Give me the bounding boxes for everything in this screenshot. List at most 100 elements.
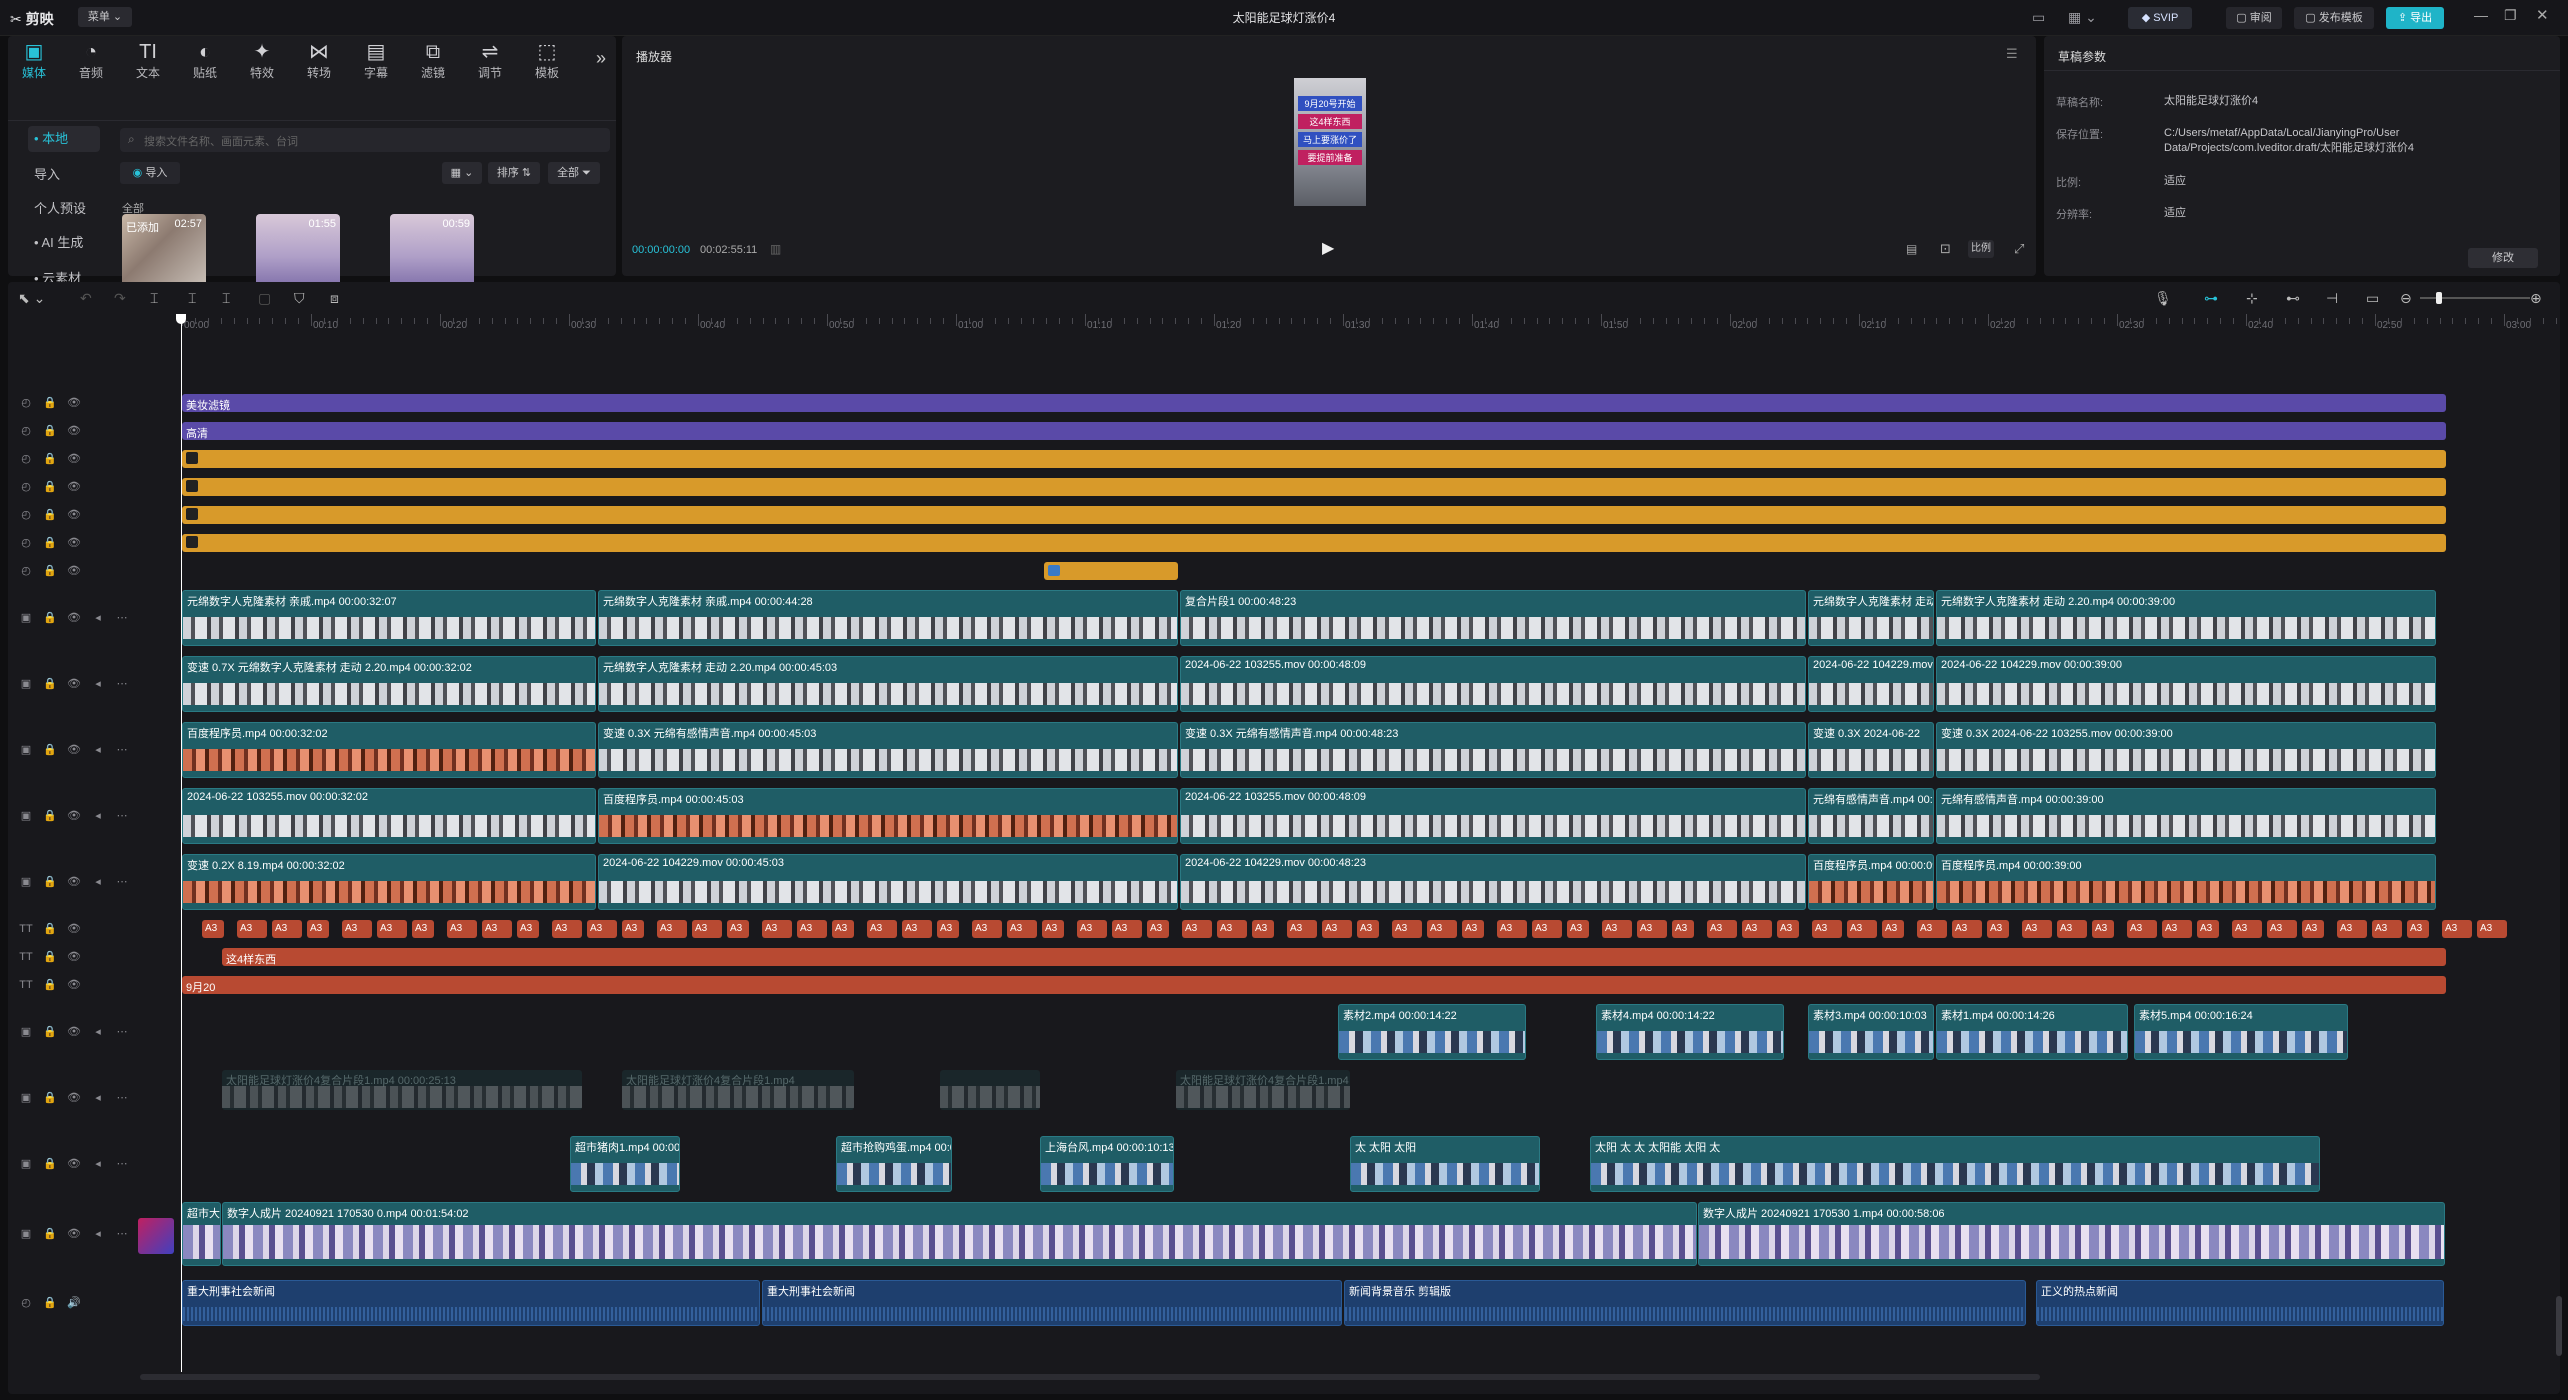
- layout-icon[interactable]: ▭: [2032, 9, 2045, 26]
- video-clip[interactable]: 变速 0.3X 元绵有感情声音.mp4 00:00:45:03: [598, 722, 1178, 778]
- more-tools-icon[interactable]: »: [596, 48, 606, 69]
- eye-icon[interactable]: 👁: [62, 480, 86, 493]
- sticker-clip[interactable]: [182, 478, 2446, 496]
- video-clip[interactable]: 元绵数字人克隆素材 走动 2: [1808, 590, 1934, 646]
- view-mode-button[interactable]: ▦ ⌄: [442, 162, 482, 184]
- text-clip[interactable]: A3: [1182, 920, 1212, 938]
- text-clip[interactable]: A3: [342, 920, 372, 938]
- track-controls[interactable]: ▣ 🔒 👁 ◂ ⋯: [14, 1157, 134, 1170]
- text-clip[interactable]: A3: [797, 920, 827, 938]
- tool-9[interactable]: ⬚ 模板: [521, 40, 573, 81]
- video-clip[interactable]: 变速 0.7X 元绵数字人克隆素材 走动 2.20.mp4 00:00:32:0…: [182, 656, 596, 712]
- track-cover-thumbnail[interactable]: [138, 1218, 174, 1254]
- video-clip[interactable]: 2024-06-22 104229.mov 00:00:39:00: [1936, 656, 2436, 712]
- screenshot-icon[interactable]: ⊡: [1940, 241, 1951, 257]
- text-clip[interactable]: A3: [2022, 920, 2052, 938]
- lock-icon[interactable]: 🔒: [38, 424, 62, 437]
- video-clip[interactable]: 太 太阳 太阳: [1350, 1136, 1540, 1192]
- video-clip[interactable]: 2024-06-22 104229.mov 00:00:48:23: [1180, 854, 1806, 910]
- undo-icon[interactable]: ↶: [80, 290, 92, 307]
- audio-mute-icon[interactable]: ◂: [86, 677, 110, 690]
- minimize-icon[interactable]: —: [2474, 7, 2488, 23]
- text-clip[interactable]: A3: [2267, 920, 2297, 938]
- text-clip[interactable]: A3: [2372, 920, 2402, 938]
- tool-0[interactable]: ▣ 媒体: [8, 40, 60, 81]
- video-clip[interactable]: 百度程序员.mp4 00:00:39:00: [1936, 854, 2436, 910]
- text-clip[interactable]: A3: [1497, 920, 1527, 938]
- lock-icon[interactable]: 🔒: [38, 1091, 62, 1104]
- text-clip[interactable]: A3: [2057, 920, 2087, 938]
- track-controls[interactable]: TT 🔒 👁: [14, 978, 86, 991]
- text-clip[interactable]: A3: [272, 920, 302, 938]
- video-clip[interactable]: 2024-06-22 103255.mov 00:00:48:09: [1180, 656, 1806, 712]
- text-clip[interactable]: A3: [1882, 920, 1904, 938]
- text-clip[interactable]: A3: [1392, 920, 1422, 938]
- close-icon[interactable]: ✕: [2536, 6, 2549, 24]
- more-icon[interactable]: ⋯: [110, 809, 134, 822]
- split-icon[interactable]: ⌶: [150, 290, 158, 307]
- video-clip[interactable]: 元绵数字人克隆素材 走动 2.20.mp4 00:00:45:03: [598, 656, 1178, 712]
- track-controls[interactable]: ◴ 🔒 👁: [14, 424, 86, 437]
- text-clip[interactable]: A3: [1217, 920, 1247, 938]
- text-clip[interactable]: A3: [1462, 920, 1484, 938]
- eye-icon[interactable]: 👁: [62, 396, 86, 409]
- text-clip[interactable]: A3: [1147, 920, 1169, 938]
- video-clip[interactable]: 太阳 太 太 太阳能 太阳 太: [1590, 1136, 2320, 1192]
- video-clip[interactable]: 太阳能足球灯涨价4复合片段1.mp4 00:00:25:13: [222, 1070, 582, 1110]
- video-clip[interactable]: [940, 1070, 1040, 1110]
- text-track-icon[interactable]: TT: [14, 951, 38, 963]
- text-clip[interactable]: A3: [412, 920, 434, 938]
- track-controls[interactable]: ▣ 🔒 👁 ◂ ⋯: [14, 875, 134, 888]
- video-clip[interactable]: 2024-06-22 103255.mov 00:00:32:02: [182, 788, 596, 844]
- audio-mute-icon[interactable]: ◂: [86, 875, 110, 888]
- lock-icon[interactable]: 🔒: [38, 611, 62, 624]
- track-type-icon[interactable]: ▣: [14, 875, 38, 888]
- eye-icon[interactable]: 👁: [62, 1091, 86, 1104]
- track-controls[interactable]: ▣ 🔒 👁 ◂ ⋯: [14, 1091, 134, 1104]
- text-clip[interactable]: A3: [692, 920, 722, 938]
- search-input-placeholder[interactable]: 搜索文件名称、画面元素、台词: [144, 133, 298, 149]
- audio-mute-icon[interactable]: ◂: [86, 1025, 110, 1038]
- text-track-icon[interactable]: TT: [14, 923, 38, 935]
- track-controls[interactable]: ▣ 🔒 👁 ◂ ⋯: [14, 1025, 134, 1038]
- text-clip[interactable]: A3: [832, 920, 854, 938]
- tool-2[interactable]: TI 文本: [122, 40, 174, 81]
- effect-track-icon[interactable]: ◴: [14, 452, 38, 465]
- playhead-line[interactable]: [181, 322, 182, 1372]
- video-clip[interactable]: 素材1.mp4 00:00:14:26: [1936, 1004, 2128, 1060]
- text-clip[interactable]: A3: [1602, 920, 1632, 938]
- lock-icon[interactable]: 🔒: [38, 508, 62, 521]
- sticker-clip[interactable]: [182, 534, 2446, 552]
- edit-params-button[interactable]: 修改: [2468, 248, 2538, 268]
- more-icon[interactable]: ⋯: [110, 743, 134, 756]
- lock-icon[interactable]: 🔒: [38, 1157, 62, 1170]
- lock-icon[interactable]: 🔒: [38, 743, 62, 756]
- track-controls[interactable]: ◴ 🔒 👁: [14, 536, 86, 549]
- text-clip[interactable]: A3: [622, 920, 644, 938]
- tool-5[interactable]: ⋈ 转场: [293, 40, 345, 81]
- eye-icon[interactable]: 👁: [62, 1025, 86, 1038]
- text-clip[interactable]: A3: [762, 920, 792, 938]
- text-clip[interactable]: A3: [1252, 920, 1274, 938]
- text-clip[interactable]: A3: [517, 920, 539, 938]
- eye-icon[interactable]: 👁: [62, 978, 86, 991]
- track-type-icon[interactable]: ▣: [14, 611, 38, 624]
- text-clip[interactable]: A3: [1637, 920, 1667, 938]
- text-clip[interactable]: A3: [447, 920, 477, 938]
- more-icon[interactable]: ⋯: [110, 875, 134, 888]
- lock-icon[interactable]: 🔒: [38, 1227, 62, 1240]
- audio-mute-icon[interactable]: ◂: [86, 1157, 110, 1170]
- video-clip[interactable]: 复合片段1 00:00:48:23: [1180, 590, 1806, 646]
- text-clip[interactable]: A3: [202, 920, 224, 938]
- crop-icon[interactable]: ⧈: [330, 290, 339, 307]
- video-clip[interactable]: 2024-06-22 104229.mov: [1808, 656, 1934, 712]
- play-icon[interactable]: ▶: [1322, 238, 1334, 258]
- track-controls[interactable]: ▣ 🔒 👁 ◂ ⋯: [14, 809, 134, 822]
- video-clip[interactable]: 百度程序员.mp4 00:00:45:03: [598, 788, 1178, 844]
- track-controls[interactable]: ◴ 🔒 👁: [14, 396, 86, 409]
- export-button[interactable]: ⇪ 导出: [2386, 7, 2444, 29]
- video-clip[interactable]: 素材5.mp4 00:00:16:24: [2134, 1004, 2348, 1060]
- text-clip[interactable]: A3: [1532, 920, 1562, 938]
- video-clip[interactable]: 元绵数字人克隆素材 亲戚.mp4 00:00:32:07: [182, 590, 596, 646]
- audio-mute-icon[interactable]: ◂: [86, 743, 110, 756]
